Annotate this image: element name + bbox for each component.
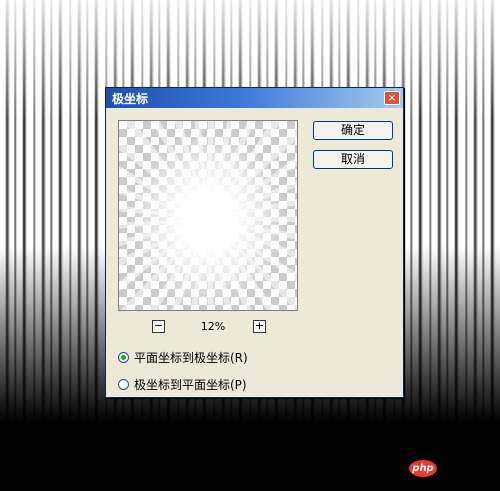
filter-preview[interactable] [118, 120, 298, 311]
php-logo-watermark: php [409, 460, 437, 477]
option-label: 极坐标到平面坐标(P) [134, 378, 247, 392]
option-rectangular-to-polar[interactable]: 平面坐标到极坐标(R) [118, 349, 248, 366]
option-label: 平面坐标到极坐标(R) [134, 351, 248, 365]
dialog-title: 极坐标 [112, 91, 149, 106]
radio-button-unchecked[interactable] [118, 379, 129, 390]
radio-button-checked[interactable] [118, 352, 129, 363]
polar-coordinates-dialog: 极坐标 × − 12% + 确定 取消 平面坐标到极坐标(R) 极坐标到平面坐标… [105, 87, 404, 398]
ok-button[interactable]: 确定 [313, 121, 393, 140]
zoom-controls: − 12% + [118, 320, 298, 336]
close-icon[interactable]: × [384, 91, 400, 105]
zoom-out-button[interactable]: − [152, 320, 165, 333]
option-polar-to-rectangular[interactable]: 极坐标到平面坐标(P) [118, 376, 247, 393]
zoom-level-label: 12% [200, 320, 226, 333]
cancel-button[interactable]: 取消 [313, 150, 393, 169]
starburst-preview-image [119, 121, 297, 310]
dialog-title-bar[interactable]: 极坐标 × [106, 88, 403, 108]
zoom-in-button[interactable]: + [253, 320, 266, 333]
